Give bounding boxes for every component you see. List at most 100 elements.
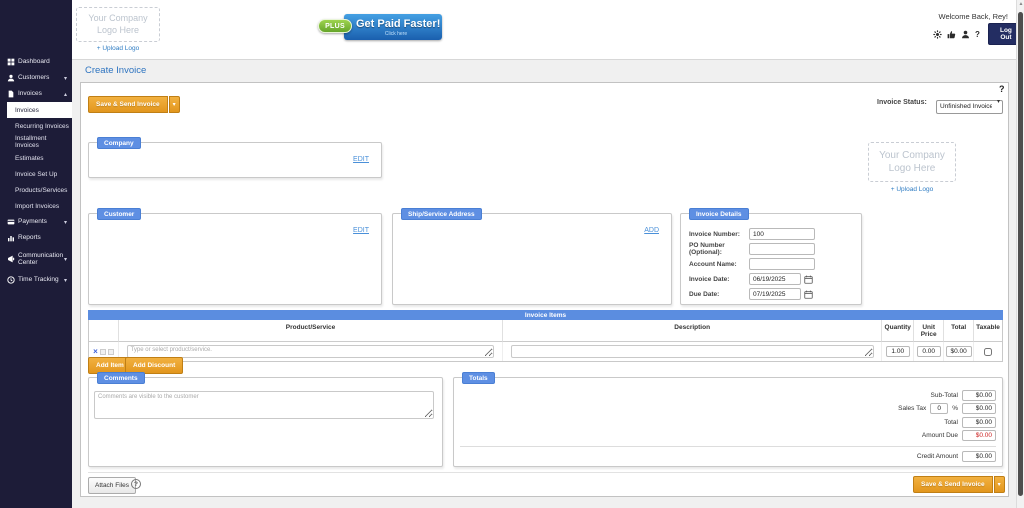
credit-amount-input[interactable] (962, 451, 996, 462)
move-row-icon[interactable] (100, 349, 106, 355)
product-service-input[interactable] (127, 345, 495, 358)
sidebar-subitem-estimates[interactable]: Estimates (7, 150, 72, 166)
reports-icon (7, 234, 18, 242)
sidebar-item-time-tracking[interactable]: Time Tracking ▾ (0, 272, 72, 288)
attach-files-help-icon[interactable]: ? (131, 479, 141, 489)
sidebar-subitem-invoice-set-up[interactable]: Invoice Set Up (7, 166, 72, 182)
invoice-number-input[interactable] (749, 228, 815, 240)
copy-row-icon[interactable] (108, 349, 114, 355)
sidebar-nav: Dashboard Customers ▾ Invoices ▴ Invoice… (0, 0, 72, 288)
sidebar-subitem-invoices[interactable]: Invoices (7, 102, 72, 118)
column-header-description: Description (503, 320, 882, 342)
invoice-date-row: Invoice Date: (689, 273, 813, 285)
sub-total-input[interactable] (962, 390, 996, 401)
sidebar-item-payments[interactable]: Payments ▾ (0, 214, 72, 230)
dashboard-icon (7, 58, 18, 66)
sidebar-item-communication-center[interactable]: Communication Center ▾ (0, 246, 72, 272)
help-icon[interactable]: ? (975, 30, 980, 39)
sidebar-subitem-import-invoices[interactable]: Import Invoices (7, 198, 72, 214)
column-header-unit-price: Unit Price (914, 320, 944, 342)
sidebar-item-label: Payments (18, 218, 62, 225)
calendar-icon[interactable] (804, 290, 813, 299)
total-label: Total (944, 419, 958, 426)
banner-click-here: Click here (356, 31, 436, 37)
sub-total-label: Sub-Total (931, 392, 958, 399)
invoice-status-select-wrap: Unfinished Invoices ▾ (936, 95, 1003, 109)
get-paid-faster-banner[interactable]: Get Paid Faster! Click here PLUS (318, 12, 442, 42)
page-scrollbar[interactable]: ▲ (1016, 0, 1024, 508)
due-date-input[interactable] (749, 288, 801, 300)
amount-due-label: Amount Due (922, 432, 958, 439)
sidebar-subitem-label: Estimates (15, 155, 44, 162)
row-total-input[interactable] (946, 346, 972, 357)
po-number-input[interactable] (749, 243, 815, 255)
account-name-input[interactable] (749, 258, 815, 270)
sidebar: Dashboard Customers ▾ Invoices ▴ Invoice… (0, 0, 72, 508)
thumbs-up-icon[interactable] (947, 29, 956, 39)
save-send-invoice-button[interactable]: Save & Send Invoice (913, 476, 993, 493)
totals-divider (460, 446, 996, 447)
customer-edit-link[interactable]: EDIT (353, 227, 369, 234)
top-header (72, 0, 1016, 60)
po-number-label: PO Number (Optional): (689, 242, 749, 256)
invoice-status-select[interactable]: Unfinished Invoices (936, 100, 1003, 114)
invoice-details-section: Invoice Details Invoice Number: PO Numbe… (680, 213, 862, 305)
scrollbar-thumb[interactable] (1018, 12, 1023, 496)
description-input[interactable] (511, 345, 874, 358)
invoices-icon (7, 90, 18, 98)
invoice-date-input[interactable] (749, 273, 801, 285)
chevron-down-icon: ▾ (64, 277, 67, 284)
ship-address-add-link[interactable]: ADD (644, 227, 659, 234)
company-logo-placeholder[interactable]: Your Company Logo Here (76, 7, 160, 42)
panel-help-icon[interactable]: ? (999, 84, 1005, 94)
sidebar-subitem-label: Invoice Set Up (15, 171, 57, 178)
taxable-checkbox[interactable] (984, 348, 992, 356)
delete-row-icon[interactable]: × (93, 348, 98, 356)
upload-logo-link[interactable]: + Upload Logo (76, 45, 160, 52)
chevron-up-icon: ▴ (64, 91, 67, 98)
quantity-input[interactable] (886, 346, 910, 357)
company-badge: Company (97, 137, 141, 149)
company-edit-link[interactable]: EDIT (353, 156, 369, 163)
sidebar-subitem-label: Recurring Invoices (15, 123, 69, 130)
calendar-icon[interactable] (804, 275, 813, 284)
welcome-text: Welcome Back, Rey! (860, 12, 1008, 21)
attach-files-button[interactable]: Attach Files (88, 477, 136, 494)
invoice-logo-placeholder[interactable]: Your Company Logo Here (868, 142, 956, 182)
scrollbar-up-arrow[interactable]: ▲ (1017, 1, 1024, 7)
sidebar-subitem-products-services[interactable]: Products/Services (7, 182, 72, 198)
totals-badge: Totals (462, 372, 495, 384)
credit-amount-label: Credit Amount (917, 453, 958, 460)
comments-section: Comments (88, 377, 443, 467)
upload-logo-link[interactable]: + Upload Logo (868, 186, 956, 193)
invoice-details-badge: Invoice Details (689, 208, 749, 220)
sidebar-item-dashboard[interactable]: Dashboard (0, 54, 72, 70)
sidebar-subitem-recurring-invoices[interactable]: Recurring Invoices (7, 118, 72, 134)
sidebar-item-label: Time Tracking (18, 276, 62, 283)
sidebar-subitem-installment-invoices[interactable]: Installment Invoices (7, 134, 72, 150)
unit-price-input[interactable] (917, 346, 941, 357)
sales-tax-input[interactable] (962, 403, 996, 414)
comments-input[interactable] (94, 391, 434, 419)
save-send-invoice-split-button-top: Save & Send Invoice ▾ (88, 96, 180, 113)
app-window: Dashboard Customers ▾ Invoices ▴ Invoice… (0, 0, 1024, 508)
sidebar-item-customers[interactable]: Customers ▾ (0, 70, 72, 86)
sidebar-subitem-label: Products/Services (15, 187, 67, 194)
invoice-items-table: Product/Service Description Quantity Uni… (88, 320, 1003, 362)
column-header-total: Total (944, 320, 974, 342)
sidebar-item-invoices[interactable]: Invoices ▴ (0, 86, 72, 102)
user-icon[interactable] (961, 29, 970, 39)
banner-title: Get Paid Faster! (356, 18, 440, 30)
sidebar-item-reports[interactable]: Reports (0, 230, 72, 246)
company-section: Company EDIT (88, 142, 382, 178)
amount-due-input[interactable] (962, 430, 996, 441)
unit-price-cell (914, 342, 944, 361)
taxable-cell (974, 342, 1002, 361)
sales-tax-rate-input[interactable] (930, 403, 948, 414)
save-send-invoice-button[interactable]: Save & Send Invoice (88, 96, 168, 113)
ship-service-address-section: Ship/Service Address ADD (392, 213, 672, 305)
save-send-dropdown-arrow[interactable]: ▾ (169, 96, 180, 113)
total-input[interactable] (962, 417, 996, 428)
gear-icon[interactable] (933, 29, 942, 39)
save-send-dropdown-arrow[interactable]: ▾ (994, 476, 1005, 493)
